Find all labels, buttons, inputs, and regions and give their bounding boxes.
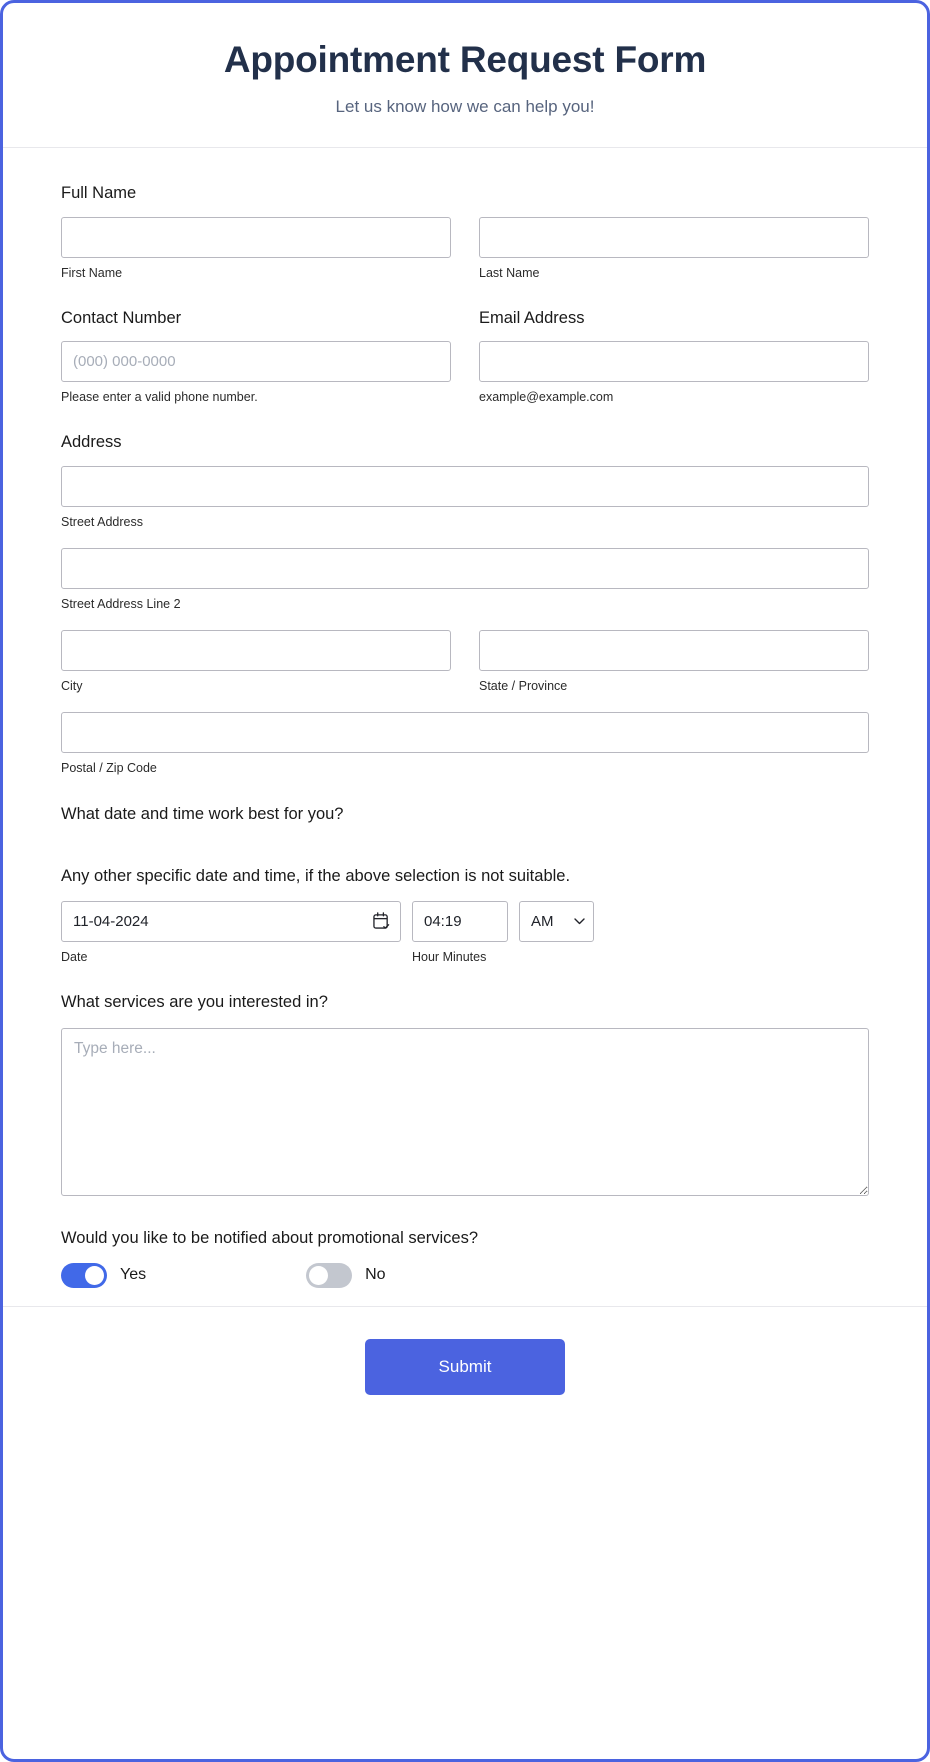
alternate-datetime-label: Any other specific date and time, if the… bbox=[61, 866, 571, 885]
toggle-knob-no bbox=[309, 1265, 329, 1285]
last-name-sublabel: Last Name bbox=[479, 265, 540, 280]
date-group: Date bbox=[61, 901, 401, 965]
field-alternate-datetime: Any other specific date and time, if the… bbox=[61, 865, 869, 966]
field-address: Address Street Address Street Address Li… bbox=[61, 431, 869, 776]
state-province-sublabel: State / Province bbox=[479, 679, 568, 694]
city-state-row: City State / Province bbox=[61, 630, 869, 694]
state-province-input[interactable] bbox=[479, 630, 869, 672]
contact-number-input[interactable] bbox=[61, 341, 451, 383]
first-name-input[interactable] bbox=[61, 216, 451, 258]
field-services: What services are you interested in? bbox=[61, 991, 869, 1200]
email-address-sublabel: example@example.com bbox=[479, 390, 614, 405]
city-sublabel: City bbox=[61, 679, 83, 694]
services-label: What services are you interested in? bbox=[61, 993, 328, 1012]
street-address-group: Street Address bbox=[61, 465, 869, 530]
street-address-sublabel: Street Address bbox=[61, 514, 143, 529]
preferred-datetime-label: What date and time work best for you? bbox=[61, 804, 344, 823]
promotional-toggle-row: Yes No bbox=[61, 1262, 869, 1288]
email-address-input[interactable] bbox=[479, 341, 869, 383]
postal-code-sublabel: Postal / Zip Code bbox=[61, 761, 157, 776]
datetime-row: Date Hour Minutes AM bbox=[61, 901, 869, 965]
promotional-label: Would you like to be notified about prom… bbox=[61, 1228, 479, 1247]
time-group: Hour Minutes bbox=[412, 901, 508, 965]
date-input[interactable] bbox=[61, 901, 401, 943]
meridiem-group: AM bbox=[519, 901, 594, 943]
contact-number-label: Contact Number bbox=[61, 308, 182, 327]
form-footer: Submit bbox=[3, 1305, 927, 1431]
field-email-address: Email Address example@example.com bbox=[479, 307, 869, 406]
page-title: Appointment Request Form bbox=[223, 39, 707, 80]
date-input-wrap bbox=[61, 901, 401, 943]
contact-number-sublabel: Please enter a valid phone number. bbox=[61, 390, 258, 405]
city-group: City bbox=[61, 630, 451, 694]
first-name-sublabel: First Name bbox=[61, 265, 123, 280]
postal-code-group: Postal / Zip Code bbox=[61, 712, 869, 776]
toggle-switch-no[interactable] bbox=[306, 1262, 353, 1288]
chevron-down-icon bbox=[574, 918, 585, 925]
field-contact-number: Contact Number Please enter a valid phon… bbox=[61, 307, 451, 406]
street-address-line2-input[interactable] bbox=[61, 547, 869, 589]
last-name-group: Last Name bbox=[479, 216, 869, 281]
field-promotional: Would you like to be notified about prom… bbox=[61, 1227, 869, 1288]
form-header: Appointment Request Form Let us know how… bbox=[3, 3, 927, 149]
last-name-input[interactable] bbox=[479, 216, 869, 258]
full-name-label: Full Name bbox=[61, 184, 137, 203]
submit-button[interactable]: Submit bbox=[365, 1338, 565, 1395]
form-body: Full Name First Name Last Name Contact N… bbox=[3, 148, 927, 1306]
postal-code-input[interactable] bbox=[61, 712, 869, 754]
state-province-group: State / Province bbox=[479, 630, 869, 694]
street-address-line2-sublabel: Street Address Line 2 bbox=[61, 596, 181, 611]
promotional-no-label: No bbox=[365, 1266, 386, 1284]
street-address-line2-group: Street Address Line 2 bbox=[61, 547, 869, 612]
services-textarea[interactable] bbox=[61, 1027, 869, 1196]
form-subtitle: Let us know how we can help you! bbox=[335, 97, 595, 117]
field-preferred-datetime: What date and time work best for you? bbox=[61, 803, 869, 825]
date-sublabel: Date bbox=[61, 950, 88, 965]
toggle-switch-yes[interactable] bbox=[61, 1262, 107, 1288]
address-label: Address bbox=[61, 433, 122, 452]
promotional-yes-label: Yes bbox=[120, 1266, 147, 1284]
full-name-row: First Name Last Name bbox=[61, 216, 869, 281]
time-input[interactable] bbox=[412, 901, 508, 943]
meridiem-select[interactable]: AM bbox=[519, 901, 594, 943]
street-address-input[interactable] bbox=[61, 465, 869, 507]
meridiem-value: AM bbox=[531, 913, 554, 931]
email-address-label: Email Address bbox=[479, 308, 585, 327]
promotional-yes-toggle[interactable]: Yes bbox=[61, 1262, 147, 1288]
promotional-no-toggle[interactable]: No bbox=[306, 1262, 386, 1288]
field-full-name: Full Name First Name Last Name bbox=[61, 182, 869, 281]
appointment-request-form: Appointment Request Form Let us know how… bbox=[0, 0, 930, 1762]
first-name-group: First Name bbox=[61, 216, 451, 281]
city-input[interactable] bbox=[61, 630, 451, 672]
toggle-knob-yes bbox=[85, 1265, 104, 1285]
contact-email-row: Contact Number Please enter a valid phon… bbox=[61, 307, 869, 406]
time-sublabel: Hour Minutes bbox=[412, 950, 487, 965]
